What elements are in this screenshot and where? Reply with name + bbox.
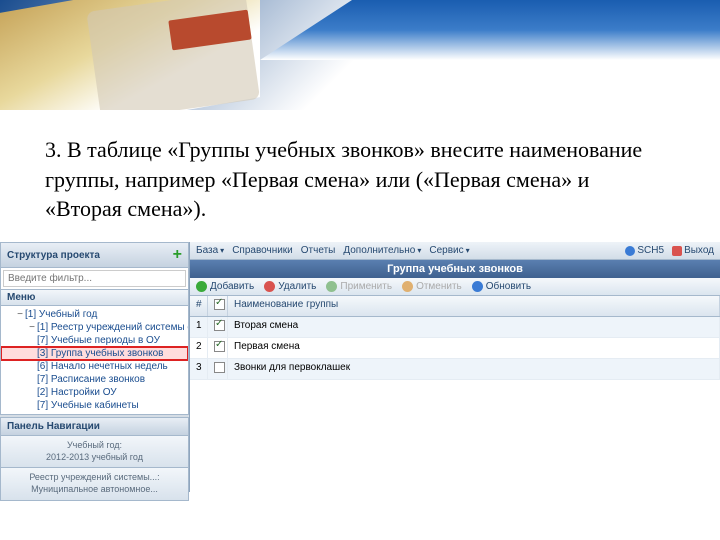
- delete-button[interactable]: Удалить: [264, 281, 316, 292]
- table-row[interactable]: 2 Первая смена: [190, 338, 720, 359]
- delete-icon: [264, 281, 275, 292]
- checkbox-icon[interactable]: [214, 299, 225, 310]
- table-row[interactable]: 1 Вторая смена: [190, 317, 720, 338]
- tree-item[interactable]: [7] Учебные периоды в ОУ: [1, 334, 188, 347]
- checkbox-icon[interactable]: [214, 362, 225, 373]
- nav-button-year[interactable]: Учебный год: 2012-2013 учебный год: [0, 436, 189, 468]
- grid-header: # Наименование группы: [190, 296, 720, 317]
- plus-icon[interactable]: +: [173, 246, 182, 264]
- nav-button-registry[interactable]: Реестр учреждений системы...: Муниципаль…: [0, 468, 189, 500]
- user-badge[interactable]: SCH5: [625, 245, 664, 256]
- grid-body: 1 Вторая смена 2 Первая смена 3 Звонки д…: [190, 317, 720, 380]
- decorative-banner: [0, 0, 720, 110]
- collapse-icon[interactable]: −: [15, 309, 25, 320]
- filter-row: [0, 268, 189, 290]
- refresh-icon: [472, 281, 483, 292]
- checkbox-icon[interactable]: [214, 320, 225, 331]
- menu-base[interactable]: База▾: [196, 245, 224, 256]
- checkbox-icon[interactable]: [214, 341, 225, 352]
- sidebar: Структура проекта + Меню −[1] Учебный го…: [0, 242, 190, 492]
- topbar: База▾ Справочники Отчеты Дополнительно▾ …: [190, 242, 720, 260]
- tree: −[1] Учебный год −[1] Реестр учреждений …: [0, 306, 189, 415]
- menu-service[interactable]: Сервис▾: [429, 245, 469, 256]
- tree-item[interactable]: [6] Начало нечетных недель: [1, 360, 188, 373]
- apply-icon: [326, 281, 337, 292]
- menu-label: Меню: [0, 290, 189, 306]
- filter-input[interactable]: [3, 270, 186, 287]
- add-button[interactable]: Добавить: [196, 281, 254, 292]
- user-icon: [625, 246, 635, 256]
- col-name[interactable]: Наименование группы: [228, 296, 720, 316]
- tree-item[interactable]: [2] Настройки ОУ: [1, 386, 188, 399]
- collapse-icon[interactable]: −: [27, 322, 37, 333]
- menu-refs[interactable]: Справочники: [232, 245, 293, 256]
- menu-extra[interactable]: Дополнительно▾: [343, 245, 421, 256]
- cancel-icon: [402, 281, 413, 292]
- main-area: База▾ Справочники Отчеты Дополнительно▾ …: [190, 242, 720, 492]
- tree-item[interactable]: −[1] Учебный год: [1, 308, 188, 321]
- apply-button: Применить: [326, 281, 392, 292]
- exit-icon: [672, 246, 682, 256]
- col-number[interactable]: #: [190, 296, 208, 316]
- tree-item[interactable]: [7] Расписание звонков: [1, 373, 188, 386]
- col-check[interactable]: [208, 296, 228, 316]
- structure-title: Структура проекта: [7, 250, 100, 261]
- instruction-text: 3. В таблице «Группы учебных звонков» вн…: [45, 135, 665, 224]
- page-title: Группа учебных звонков: [190, 260, 720, 278]
- tree-item[interactable]: [7] Учебные кабинеты: [1, 399, 188, 412]
- nav-panel: Панель Навигации Учебный год: 2012-2013 …: [0, 417, 189, 501]
- app-window: Структура проекта + Меню −[1] Учебный го…: [0, 242, 720, 492]
- menu-reports[interactable]: Отчеты: [301, 245, 336, 256]
- nav-panel-header[interactable]: Панель Навигации: [0, 417, 189, 436]
- data-grid: # Наименование группы 1 Вторая смена 2 П…: [190, 296, 720, 492]
- cancel-button: Отменить: [402, 281, 462, 292]
- structure-panel-header[interactable]: Структура проекта +: [0, 242, 189, 268]
- tree-item-selected[interactable]: [3] Группа учебных звонков: [1, 347, 188, 360]
- tree-item[interactable]: −[1] Реестр учреждений системы обр: [1, 321, 188, 334]
- exit-button[interactable]: Выход: [672, 245, 714, 256]
- toolbar: Добавить Удалить Применить Отменить Обно…: [190, 278, 720, 296]
- refresh-button[interactable]: Обновить: [472, 281, 531, 292]
- add-icon: [196, 281, 207, 292]
- table-row[interactable]: 3 Звонки для первоклашек: [190, 359, 720, 380]
